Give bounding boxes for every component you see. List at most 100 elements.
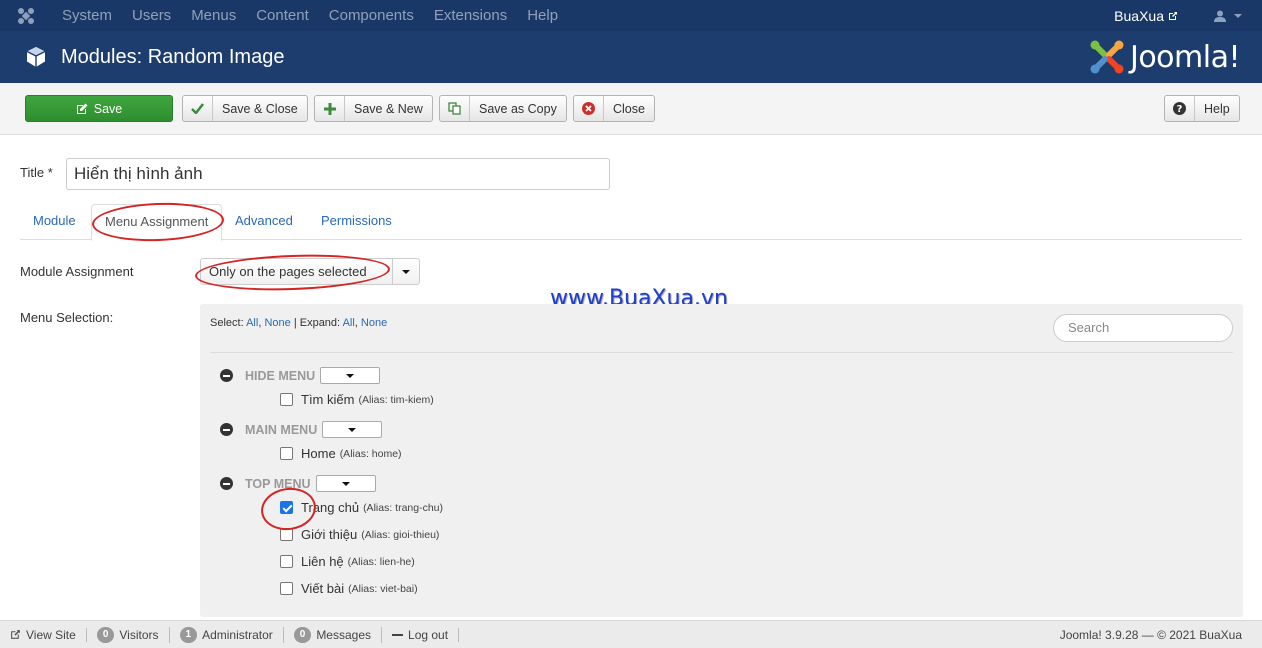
collapse-icon[interactable] <box>220 423 233 436</box>
save-label: Save <box>93 101 123 116</box>
menu-item-title: Viết bài <box>301 581 345 596</box>
site-link[interactable]: BuaXua <box>1114 8 1214 24</box>
menu-group-top: TOP MENU <box>220 475 376 492</box>
menu-item-title: Home <box>301 446 336 461</box>
menu-item-gioi-thieu: Giới thiệu (Alias: gioi-thieu) <box>280 527 439 542</box>
expand-label: Expand: <box>299 317 341 329</box>
visitors-label: Visitors <box>119 627 159 642</box>
joomla-brand-icon <box>1090 40 1124 74</box>
menu-item-checkbox[interactable] <box>280 501 293 514</box>
logout-label: Log out <box>408 627 449 642</box>
select-label: Select: <box>210 317 244 329</box>
title-input[interactable]: Hiển thị hình ảnh <box>66 158 610 190</box>
plus-icon <box>323 102 336 115</box>
external-link-icon <box>11 630 20 639</box>
select-all-link[interactable]: All <box>246 317 258 329</box>
messages-link[interactable]: 0 Messages <box>284 626 383 643</box>
messages-label: Messages <box>316 627 372 642</box>
divider <box>210 352 1233 353</box>
search-input[interactable]: Search <box>1053 314 1233 342</box>
menu-item-checkbox[interactable] <box>280 528 293 541</box>
page-header: Modules: Random Image Joomla! <box>0 31 1262 83</box>
user-icon <box>1214 10 1226 22</box>
menu-item-checkbox[interactable] <box>280 447 293 460</box>
chevron-down-icon <box>346 373 355 378</box>
tools-separator: | <box>293 317 297 329</box>
nav-extensions[interactable]: Extensions <box>424 0 517 31</box>
expand-all-link[interactable]: All <box>343 317 355 329</box>
menu-item-alias: (Alias: gioi-thieu) <box>361 528 440 541</box>
tab-permissions[interactable]: Permissions <box>308 204 405 240</box>
menu-item-checkbox[interactable] <box>280 582 293 595</box>
module-assignment-label: Module Assignment <box>20 264 134 279</box>
nav-system[interactable]: System <box>52 0 122 31</box>
user-menu[interactable] <box>1214 10 1262 22</box>
admin-status: 1 Administrator <box>170 626 284 643</box>
menu-item-checkbox[interactable] <box>280 393 293 406</box>
nav-help[interactable]: Help <box>517 0 568 31</box>
menu-item-lien-he: Liên hệ (Alias: lien-he) <box>280 554 415 569</box>
menu-selection-label: Menu Selection: <box>20 310 114 325</box>
top-navbar: System Users Menus Content Components Ex… <box>0 0 1262 31</box>
external-link-icon <box>1169 11 1177 20</box>
menu-group-hide: HIDE MENU <box>220 367 381 384</box>
nav-content[interactable]: Content <box>246 0 319 31</box>
close-label: Close <box>613 101 645 116</box>
toolbar: Save Save & Close Save & New Save as Cop… <box>0 83 1262 135</box>
cube-icon <box>26 47 46 67</box>
select-none-link[interactable]: None <box>264 317 290 329</box>
menu-item-title: Tìm kiếm <box>301 392 355 407</box>
save-close-label: Save & Close <box>222 101 298 116</box>
group-dropdown[interactable] <box>320 367 381 384</box>
view-site-link[interactable]: View Site <box>0 627 87 642</box>
nav-menus[interactable]: Menus <box>181 0 246 31</box>
menu-item-trang-chu: Trang chủ (Alias: trang-chu) <box>280 500 443 515</box>
menu-item-tim-kiem: Tìm kiếm (Alias: tim-kiem) <box>280 392 434 407</box>
messages-badge: 0 <box>293 626 312 643</box>
close-circle-icon <box>582 102 595 115</box>
group-dropdown[interactable] <box>315 475 376 492</box>
menu-item-home: Home (Alias: home) <box>280 446 402 461</box>
close-button[interactable]: Close <box>573 95 655 122</box>
menu-item-title: Liên hệ <box>301 554 344 569</box>
logout-link[interactable]: Log out <box>382 627 460 642</box>
menu-item-alias: (Alias: home) <box>339 447 402 460</box>
collapse-icon[interactable] <box>220 477 233 490</box>
view-site-label: View Site <box>26 627 76 642</box>
check-icon <box>191 103 204 114</box>
tab-advanced[interactable]: Advanced <box>222 204 306 240</box>
visitors-status: 0 Visitors <box>87 626 170 643</box>
save-new-button[interactable]: Save & New <box>314 95 433 122</box>
selection-tools: Select: All, None | Expand: All, None <box>210 317 388 329</box>
save-close-button[interactable]: Save & Close <box>182 95 308 122</box>
module-assignment-select[interactable]: Only on the pages selected <box>200 258 420 285</box>
save-button[interactable]: Save <box>25 95 173 122</box>
copy-icon <box>448 102 461 115</box>
page-title: Modules: Random Image <box>61 45 285 68</box>
visitors-badge: 0 <box>96 626 115 643</box>
title-label: Title * <box>20 165 53 180</box>
nav-components[interactable]: Components <box>319 0 424 31</box>
save-copy-button[interactable]: Save as Copy <box>439 95 567 122</box>
module-assignment-value: Only on the pages selected <box>209 264 367 279</box>
edit-icon <box>76 103 88 114</box>
status-bar: View Site 0 Visitors 1 Administrator 0 M… <box>0 620 1262 648</box>
tab-module[interactable]: Module <box>20 204 89 240</box>
help-button[interactable]: ? Help <box>1164 95 1240 122</box>
brand-name: Joomla! <box>1129 39 1241 75</box>
tab-menu-assignment[interactable]: Menu Assignment <box>91 204 223 241</box>
menu-group-name: MAIN MENU <box>245 422 318 437</box>
chevron-down-icon <box>1234 13 1242 18</box>
chevron-down-icon <box>348 427 357 432</box>
menu-group-name: HIDE MENU <box>245 368 316 383</box>
site-name: BuaXua <box>1114 7 1164 24</box>
chevron-down-icon <box>341 481 350 486</box>
expand-none-link[interactable]: None <box>361 317 387 329</box>
joomla-logo-icon[interactable] <box>0 0 52 31</box>
menu-item-checkbox[interactable] <box>280 555 293 568</box>
group-dropdown[interactable] <box>322 421 383 438</box>
menu-item-title: Trang chủ <box>301 500 360 515</box>
nav-users[interactable]: Users <box>122 0 181 31</box>
collapse-icon[interactable] <box>220 369 233 382</box>
svg-text:?: ? <box>1177 104 1183 115</box>
